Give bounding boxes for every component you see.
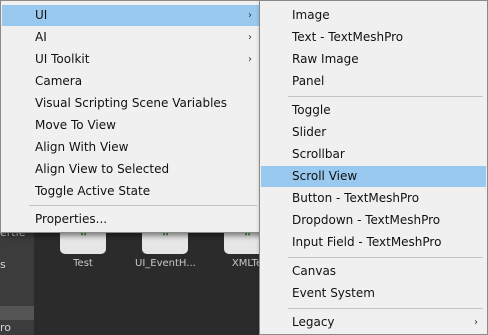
menu-item-move-to-view[interactable]: Move To View — [2, 115, 260, 136]
menu-item-label: Image — [292, 8, 330, 22]
menu-item-camera[interactable]: Camera — [2, 71, 260, 92]
gameobject-context-menu: UI › AI › UI Toolkit › Camera Visual Scr… — [0, 0, 262, 233]
menu-item-image[interactable]: Image — [261, 5, 486, 26]
menu-item-label: Button - TextMeshPro — [292, 191, 420, 205]
menu-item-label: Properties... — [35, 212, 108, 226]
menu-item-label: Canvas — [292, 264, 337, 278]
chevron-right-icon: › — [248, 10, 252, 21]
menu-item-scroll-view[interactable]: Scroll View — [261, 166, 486, 187]
menu-item-label: Raw Image — [292, 52, 359, 66]
menu-separator — [288, 96, 483, 97]
menu-item-align-view-to-selected[interactable]: Align View to Selected — [2, 159, 260, 180]
menu-item-label: Toggle Active State — [35, 184, 151, 198]
chevron-right-icon: › — [248, 32, 252, 43]
chevron-right-icon: › — [248, 54, 252, 65]
hierarchy-selected-row[interactable] — [0, 306, 34, 320]
menu-item-dropdown-textmeshpro[interactable]: Dropdown - TextMeshPro — [261, 210, 486, 231]
menu-item-label: Event System — [292, 286, 375, 300]
menu-item-button-textmeshpro[interactable]: Button - TextMeshPro — [261, 188, 486, 209]
menu-item-properties[interactable]: Properties... — [2, 209, 260, 230]
menu-item-label: Toggle — [292, 103, 331, 117]
asset-label: UI_EventH... — [135, 258, 195, 269]
menu-item-scrollbar[interactable]: Scrollbar — [261, 144, 486, 165]
hierarchy-partial-label: ro — [0, 321, 12, 334]
menu-separator — [29, 205, 257, 206]
menu-item-ui[interactable]: UI › — [2, 5, 260, 26]
menu-item-ui-toolkit[interactable]: UI Toolkit › — [2, 49, 260, 70]
menu-item-label: Scrollbar — [292, 147, 345, 161]
menu-item-panel[interactable]: Panel — [261, 71, 486, 92]
menu-item-raw-image[interactable]: Raw Image — [261, 49, 486, 70]
menu-item-label: Text - TextMeshPro — [292, 30, 404, 44]
menu-item-align-with-view[interactable]: Align With View — [2, 137, 260, 158]
menu-item-label: UI Toolkit — [35, 52, 90, 66]
hierarchy-partial-label: s — [0, 258, 6, 271]
menu-item-canvas[interactable]: Canvas — [261, 261, 486, 282]
chevron-right-icon: › — [474, 317, 478, 328]
menu-item-visual-scripting-scene-variables[interactable]: Visual Scripting Scene Variables — [2, 93, 260, 114]
menu-item-label: Dropdown - TextMeshPro — [292, 213, 441, 227]
menu-item-label: Scroll View — [292, 169, 358, 183]
menu-item-label: Move To View — [35, 118, 116, 132]
menu-item-input-field-textmeshpro[interactable]: Input Field - TextMeshPro — [261, 232, 486, 253]
asset-label: Test — [73, 258, 93, 269]
menu-item-toggle[interactable]: Toggle — [261, 100, 486, 121]
menu-item-ai[interactable]: AI › — [2, 27, 260, 48]
menu-item-legacy[interactable]: Legacy › — [261, 312, 486, 333]
menu-item-event-system[interactable]: Event System — [261, 283, 486, 304]
menu-item-label: Align With View — [35, 140, 129, 154]
menu-separator — [288, 257, 483, 258]
menu-item-label: Input Field - TextMeshPro — [292, 235, 442, 249]
menu-item-label: Legacy — [292, 315, 335, 329]
menu-item-label: Slider — [292, 125, 327, 139]
menu-item-text-textmeshpro[interactable]: Text - TextMeshPro — [261, 27, 486, 48]
menu-item-label: Camera — [35, 74, 83, 88]
menu-item-slider[interactable]: Slider — [261, 122, 486, 143]
menu-item-label: AI — [35, 30, 47, 44]
menu-item-label: Panel — [292, 74, 325, 88]
ui-submenu: Image Text - TextMeshPro Raw Image Panel… — [259, 0, 488, 335]
menu-separator — [288, 308, 483, 309]
menu-item-label: Align View to Selected — [35, 162, 170, 176]
menu-item-toggle-active-state[interactable]: Toggle Active State — [2, 181, 260, 202]
menu-item-label: Visual Scripting Scene Variables — [35, 96, 228, 110]
menu-item-label: UI — [35, 8, 48, 22]
